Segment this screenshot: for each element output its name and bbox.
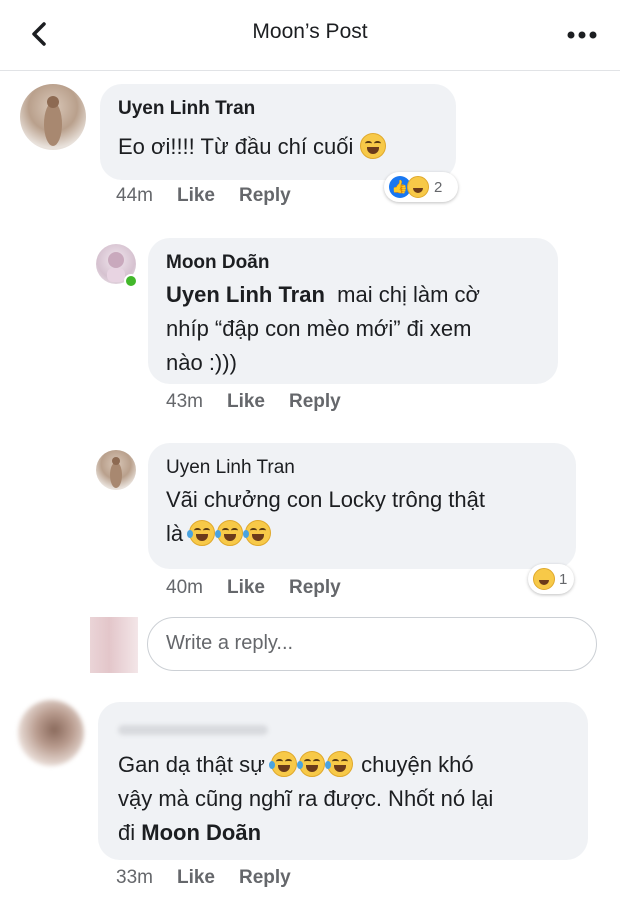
reply-button[interactable]: Reply: [239, 867, 291, 888]
haha-reaction-icon: [533, 568, 555, 590]
haha-reaction-icon: [407, 176, 429, 198]
comment-time: 40m: [166, 577, 203, 598]
page-title: Moon’s Post: [252, 20, 368, 43]
comment-text: Gan dạ thật sự chuyện khó vậy mà cũng ng…: [118, 751, 494, 845]
grinning-sweat-emoji-icon: [359, 133, 386, 159]
tears-of-joy-emoji-icon: [215, 520, 244, 546]
comment-text: Vãi chưởng con Locky trông thật là: [166, 487, 485, 546]
tears-of-joy-emoji-icon: [268, 751, 297, 777]
tears-of-joy-emoji-icon: [187, 520, 216, 546]
like-button[interactable]: Like: [177, 185, 215, 206]
like-button[interactable]: Like: [177, 867, 215, 888]
reply-placeholder: Write a reply...: [166, 632, 294, 654]
like-button[interactable]: Like: [227, 391, 265, 412]
comment-meta: 43m Like Reply: [166, 391, 365, 413]
comment-meta: 33m Like Reply: [116, 867, 315, 889]
comment-meta: 44m Like Reply: [116, 185, 315, 207]
tears-of-joy-emoji-icon: [324, 751, 353, 777]
avatar-photo: [44, 96, 62, 146]
online-status-dot: [124, 274, 138, 288]
reaction-count: 1: [559, 570, 568, 588]
comment-author[interactable]: Uyen Linh Tran: [118, 98, 255, 120]
avatar[interactable]: [18, 700, 84, 766]
comment-time: 33m: [116, 867, 153, 888]
write-reply-input[interactable]: Write a reply...: [147, 617, 597, 671]
post-header: Moon’s Post: [0, 0, 620, 71]
avatar[interactable]: [96, 450, 136, 490]
tears-of-joy-emoji-icon: [243, 520, 272, 546]
reply-button[interactable]: Reply: [239, 185, 291, 206]
reaction-summary[interactable]: 👍 2: [384, 172, 458, 202]
comment-bubble: Gan dạ thật sự chuyện khó vậy mà cũng ng…: [98, 702, 588, 860]
comment-text: Eo ơi!!!! Từ đầu chí cuối: [118, 130, 388, 164]
reply-button[interactable]: Reply: [289, 577, 341, 598]
blurred-author-name: [118, 722, 268, 740]
avatar-photo: [110, 457, 122, 488]
like-button[interactable]: Like: [227, 577, 265, 598]
tears-of-joy-emoji-icon: [296, 751, 325, 777]
comment-bubble: Uyen Linh Tran Eo ơi!!!! Từ đầu chí cuối: [100, 84, 456, 180]
reaction-count: 2: [434, 178, 443, 196]
mention-link[interactable]: Uyen Linh Tran: [166, 282, 325, 307]
reply-button[interactable]: Reply: [289, 391, 341, 412]
reaction-summary[interactable]: 1: [528, 564, 574, 594]
comment-bubble: Uyen Linh Tran Vãi chưởng con Locky trôn…: [148, 443, 576, 569]
comment-time: 44m: [116, 185, 153, 206]
comment-time: 43m: [166, 391, 203, 412]
current-user-avatar: [90, 617, 138, 673]
mention-link[interactable]: Moon Doãn: [141, 820, 261, 845]
comment-meta: 40m Like Reply: [166, 577, 365, 599]
comment-author[interactable]: Uyen Linh Tran: [166, 457, 295, 479]
avatar[interactable]: [20, 84, 86, 150]
comment-author[interactable]: Moon Doãn: [166, 252, 269, 274]
comment-bubble: Moon Doãn Uyen Linh Tran mai chị làm cờ …: [148, 238, 558, 384]
comment-text: Uyen Linh Tran mai chị làm cờ nhíp “đập …: [166, 282, 480, 375]
more-horizontal-icon[interactable]: [566, 30, 598, 40]
